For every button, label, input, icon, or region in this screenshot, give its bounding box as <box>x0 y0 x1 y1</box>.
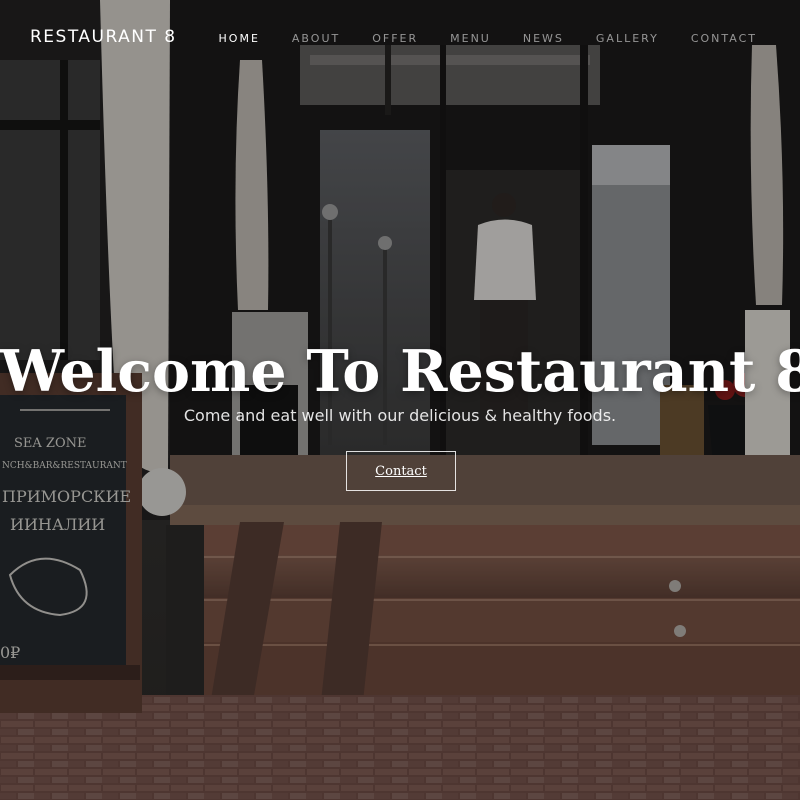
nav-item-offer[interactable]: OFFER <box>372 32 418 45</box>
hero-section: SEA ZONE NCH&BAR&RESTAURANT ПРИМОРСКИЕ И… <box>0 0 800 800</box>
top-navbar: RESTAURANT 8 HOME ABOUT OFFER MENU NEWS … <box>0 0 800 76</box>
nav-item-about[interactable]: ABOUT <box>292 32 340 45</box>
hero-subtitle: Come and eat well with our delicious & h… <box>183 406 617 425</box>
nav-item-news[interactable]: NEWS <box>523 32 564 45</box>
brand-logo-link[interactable]: RESTAURANT 8 <box>30 27 177 47</box>
nav-item-contact[interactable]: CONTACT <box>691 32 757 45</box>
main-nav: HOME ABOUT OFFER MENU NEWS GALLERY CONTA… <box>187 32 757 45</box>
contact-button[interactable]: Contact <box>346 451 456 491</box>
hero-title: Welcome To Restaurant 8 <box>0 338 800 406</box>
nav-item-home[interactable]: HOME <box>219 32 260 45</box>
nav-item-menu[interactable]: MENU <box>450 32 491 45</box>
nav-item-gallery[interactable]: GALLERY <box>596 32 659 45</box>
